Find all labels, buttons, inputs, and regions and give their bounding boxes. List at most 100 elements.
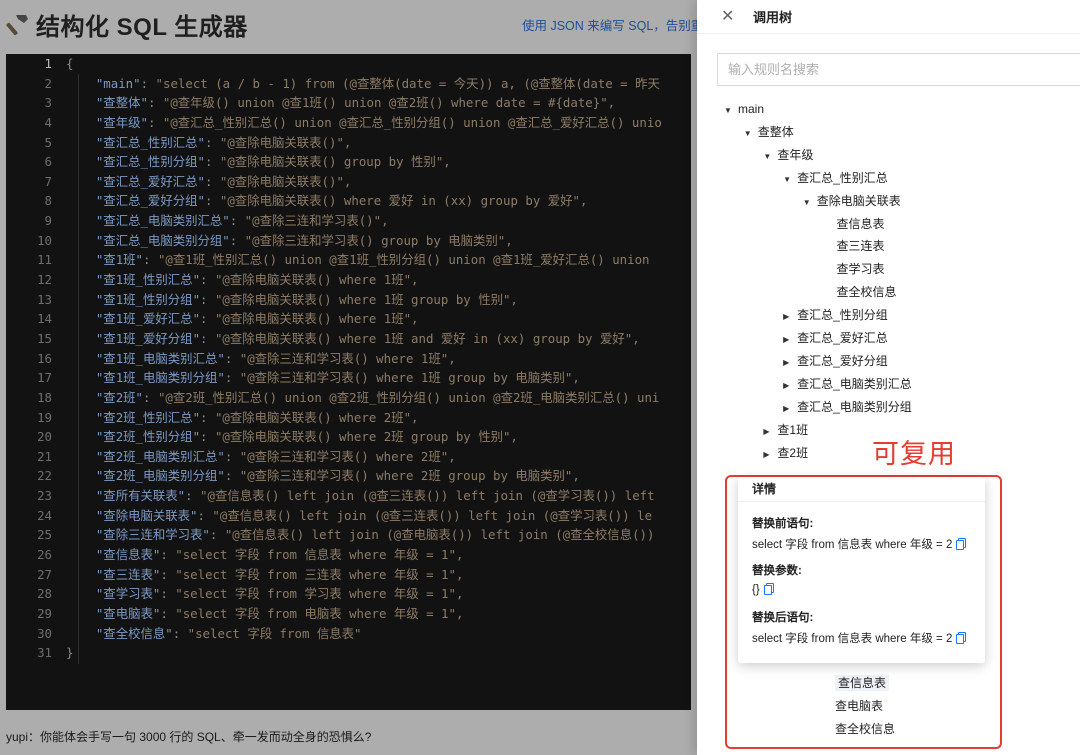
copy-icon[interactable] <box>956 632 967 644</box>
tree-node[interactable]: ▶ 查1班 <box>763 419 808 441</box>
line-code: "查年级": "@查汇总_性别汇总() union @查汇总_性别分组() un… <box>95 114 662 130</box>
tree-node-label: 查汇总_电脑类别汇总 <box>797 376 912 391</box>
line-code: "查汇总_性别汇总": "@查除电脑关联表()", <box>95 134 352 150</box>
params-value: {} <box>752 584 760 596</box>
tree-node[interactable]: ▶ 查汇总_电脑类别分组 <box>783 396 912 418</box>
line-number: 5 <box>44 134 52 150</box>
caption: yupi：你能体会手写一句 3000 行的 SQL、牵一发而动全身的恐惧么? <box>6 730 372 744</box>
tree-node-label: 查2班 <box>777 445 809 460</box>
tree-node[interactable]: ▶ 查汇总_爱好分组 <box>783 350 888 372</box>
line-number: 28 <box>37 586 52 602</box>
tree-node[interactable]: ▶ 查汇总_电脑类别汇总 <box>783 373 912 395</box>
caret-right-icon[interactable]: ▶ <box>763 444 777 466</box>
line-code: { <box>66 56 74 71</box>
caret-down-icon[interactable]: ▼ <box>724 100 738 122</box>
copy-icon[interactable] <box>956 538 967 550</box>
line-number: 30 <box>37 625 52 641</box>
tree-node-label: main <box>738 102 765 116</box>
code-line: 5 "查汇总_性别汇总": "@查除电脑关联表()", <box>6 133 691 153</box>
line-code: "查2班": "@查2班_性别汇总() union @查2班_性别分组() un… <box>95 389 660 405</box>
code-line: 20 "查2班_性别分组": "@查除电脑关联表() where 2班 grou… <box>6 427 691 447</box>
line-number: 7 <box>44 173 52 189</box>
tree-node[interactable]: 查全校信息 <box>823 281 897 303</box>
tree-node[interactable]: 查三连表 <box>823 235 885 257</box>
line-number: 15 <box>37 330 52 346</box>
line-code: "查三连表": "select 字段 from 三连表 where 年级 = 1… <box>95 566 464 582</box>
caret-right-icon[interactable]: ▶ <box>783 375 797 397</box>
line-code: "查2班_性别汇总": "@查除电脑关联表() where 2班", <box>95 409 419 425</box>
tree-node-label: 查整体 <box>757 124 794 139</box>
code-line: 24 "查除电脑关联表": "@查信息表() left join (@查三连表(… <box>6 506 691 526</box>
close-icon[interactable]: ✕ <box>721 8 735 25</box>
copy-icon[interactable] <box>763 583 774 595</box>
tree-node-label: 查信息表 <box>836 216 885 231</box>
line-number: 19 <box>37 409 52 425</box>
code-line: 13 "查1班_性别分组": "@查除电脑关联表() where 1班 grou… <box>6 290 691 310</box>
tree-node-label: 查除电脑关联表 <box>816 193 901 208</box>
drawer-title: 调用树 <box>753 10 793 25</box>
line-number: 25 <box>37 527 52 543</box>
code-line: 15 "查1班_爱好分组": "@查除电脑关联表() where 1班 and … <box>6 329 691 349</box>
caret-right-icon[interactable]: ▶ <box>783 352 797 374</box>
tree-node[interactable]: ▶ 查2班 <box>763 442 808 464</box>
code-line: 28 "查学习表": "select 字段 from 学习表 where 年级 … <box>6 584 691 604</box>
line-code: "查整体": "@查年级() union @查1班() union @查2班()… <box>95 95 616 111</box>
tree-node[interactable]: ▼ 查整体 <box>744 121 794 143</box>
line-code: "main": "select (a / b - 1) from (@查整体(d… <box>95 75 660 91</box>
line-code: "查汇总_爱好汇总": "@查除电脑关联表()", <box>95 173 352 189</box>
line-code: "查所有关联表": "@查信息表() left join (@查三连表()) l… <box>95 488 655 504</box>
docs-link[interactable]: 使用 JSON 来编写 SQL，告别重复 <box>522 15 697 34</box>
tree-node-label: 查年级 <box>777 147 814 162</box>
code-lines: 1{2 "main": "select (a / b - 1) from (@查… <box>6 54 691 663</box>
line-code: "查1班_爱好汇总": "@查除电脑关联表() where 1班", <box>95 311 419 327</box>
code-line: 23 "查所有关联表": "@查信息表() left join (@查三连表()… <box>6 486 691 506</box>
detail-popover: 详情 替换前语句: select 字段 from 信息表 where 年级 = … <box>738 477 985 663</box>
tree-node[interactable]: ▶ 查汇总_爱好汇总 <box>783 327 888 349</box>
caret-down-icon[interactable]: ▼ <box>763 146 777 168</box>
line-code: "查汇总_爱好分组": "@查除电脑关联表() where 爱好 in (xx)… <box>95 193 588 209</box>
line-number: 18 <box>37 389 52 405</box>
before-label: 替换前语句: <box>752 518 814 530</box>
drawer-header: ✕ 调用树 <box>697 0 1080 34</box>
rule-search-input[interactable] <box>717 53 1080 86</box>
tree-node[interactable]: ▶ 查汇总_性别分组 <box>783 304 888 326</box>
tree-node-label: 查三连表 <box>836 239 885 254</box>
tree-node-label: 查1班 <box>777 422 809 437</box>
code-line: 14 "查1班_爱好汇总": "@查除电脑关联表() where 1班", <box>6 309 691 329</box>
before-section: 替换前语句: select 字段 from 信息表 where 年级 = 2 <box>752 515 967 552</box>
line-number: 6 <box>44 154 52 170</box>
line-code: "查全校信息": "select 字段 from 信息表" <box>95 625 362 641</box>
line-number: 22 <box>37 468 52 484</box>
after-section: 替换后语句: select 字段 from 信息表 where 年级 = 2 <box>752 609 967 646</box>
tree-node[interactable]: 查学习表 <box>823 258 885 280</box>
app-title: 结构化 SQL 生成器 <box>36 13 248 41</box>
caret-right-icon[interactable]: ▶ <box>783 329 797 351</box>
caret-down-icon[interactable]: ▼ <box>744 123 758 145</box>
tree-node[interactable]: ▼ 查年级 <box>763 144 813 166</box>
caret-right-icon[interactable]: ▶ <box>783 306 797 328</box>
code-line: 7 "查汇总_爱好汇总": "@查除电脑关联表()", <box>6 172 691 192</box>
page-backdrop[interactable]: 结构化 SQL 生成器 使用 JSON 来编写 SQL，告别重复 1{2 "ma… <box>0 0 697 755</box>
line-code: "查汇总_电脑类别分组": "@查除三连和学习表() group by 电脑类别… <box>95 232 513 248</box>
caret-right-icon[interactable]: ▶ <box>783 398 797 420</box>
code-line: 30 "查全校信息": "select 字段 from 信息表" <box>6 624 691 644</box>
tree-node[interactable]: 查信息表 <box>823 213 885 235</box>
line-code: "查1班_性别汇总": "@查除电脑关联表() where 1班", <box>95 272 419 288</box>
params-section: 替换参数: {} <box>752 562 802 596</box>
tree-node[interactable]: ▼ 查汇总_性别汇总 <box>783 167 888 189</box>
line-code: "查1班": "@查1班_性别汇总() union @查1班_性别分组() un… <box>95 252 650 268</box>
json-code-editor[interactable]: 1{2 "main": "select (a / b - 1) from (@查… <box>6 54 691 710</box>
tree-node[interactable]: ▼ main <box>724 98 764 120</box>
caret-right-icon[interactable]: ▶ <box>763 421 777 443</box>
caret-down-icon[interactable]: ▼ <box>783 169 797 191</box>
caret-down-icon[interactable]: ▼ <box>803 192 817 214</box>
tree-node-label: 查汇总_电脑类别分组 <box>797 399 912 414</box>
tree-node[interactable]: ▼ 查除电脑关联表 <box>803 190 901 212</box>
after-value: select 字段 from 信息表 where 年级 = 2 <box>752 633 953 645</box>
tree-node-label: 查汇总_性别分组 <box>797 308 888 323</box>
code-line: 22 "查2班_电脑类别分组": "@查除三连和学习表() where 2班 g… <box>6 466 691 486</box>
line-code: "查2班_电脑类别汇总": "@查除三连和学习表() where 2班", <box>95 448 456 464</box>
tree-node-label: 查汇总_性别汇总 <box>797 170 888 185</box>
code-line: 4 "查年级": "@查汇总_性别汇总() union @查汇总_性别分组() … <box>6 113 691 133</box>
line-number: 10 <box>37 232 52 248</box>
